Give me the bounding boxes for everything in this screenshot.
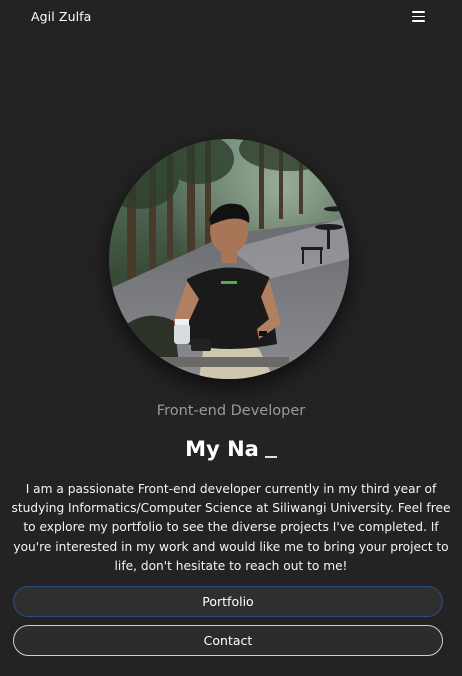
role-subtitle: Front-end Developer [156, 403, 306, 419]
menu-bar [412, 20, 425, 22]
portfolio-button[interactable]: Portfolio [13, 586, 443, 617]
menu-bar [412, 11, 425, 13]
typed-name-heading: My Na [0, 437, 462, 461]
navbar: Agil Zulfa [0, 0, 462, 36]
contact-button[interactable]: Contact [13, 625, 443, 656]
menu-bar [412, 15, 425, 17]
bio-paragraph: I am a passionate Front-end developer cu… [11, 482, 451, 573]
profile-photo-illustration [109, 139, 349, 379]
brand-name[interactable]: Agil Zulfa [31, 9, 91, 24]
typing-cursor [264, 456, 277, 458]
profile-photo [109, 139, 349, 379]
typed-name-text: My Na [185, 437, 259, 461]
hamburger-menu-icon[interactable] [412, 11, 425, 22]
